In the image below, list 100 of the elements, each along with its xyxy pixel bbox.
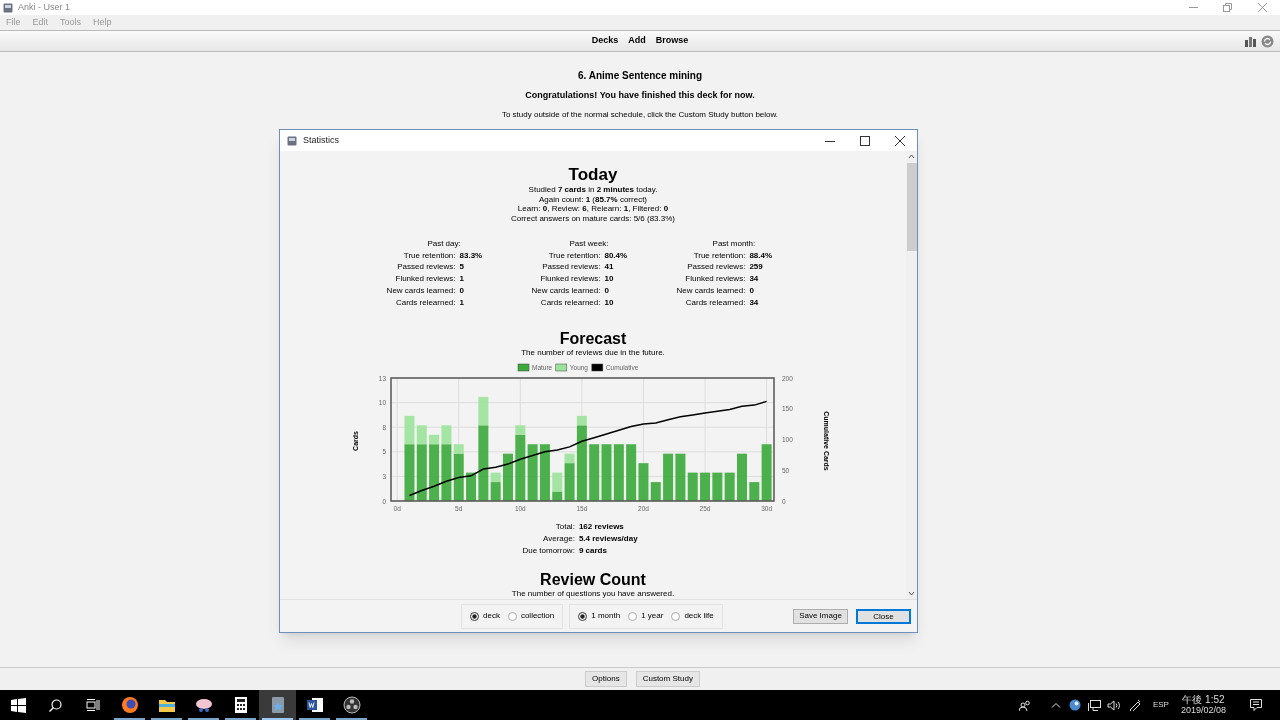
stat-value: 1: [459, 274, 464, 284]
scrollbar[interactable]: [906, 151, 917, 599]
stat-value: 88.4%: [749, 250, 773, 260]
stat-label: New cards learned:: [386, 284, 456, 297]
section-heading: Today: [568, 165, 618, 185]
radio-label: deck: [483, 610, 500, 622]
close-icon: [894, 135, 905, 146]
young-bar: [552, 472, 563, 492]
clock-date[interactable]: 2019/02/08: [1180, 705, 1226, 716]
mature-bar: [700, 472, 711, 502]
deck-title: 6. Anime Sentence mining: [577, 69, 703, 83]
mature-bar: [724, 472, 735, 502]
search-icon[interactable]: [49, 698, 62, 712]
radio-label: deck life: [684, 610, 714, 622]
language-indicator[interactable]: ESP: [1152, 699, 1169, 711]
radio-button[interactable]: [507, 611, 517, 621]
mature-bar: [527, 444, 538, 502]
section-heading: Forecast: [559, 330, 627, 349]
stat-label: Flunked reviews:: [394, 273, 456, 285]
stat-label: Average:: [542, 533, 575, 546]
stat-value: 162 reviews: [578, 521, 625, 534]
mature-bar: [613, 444, 624, 502]
young-bar: [576, 416, 587, 426]
radio-button[interactable]: [470, 611, 479, 621]
stat-line: Studied 7 cards in 2 minutes today.: [528, 185, 658, 195]
dialog-button[interactable]: Close: [856, 608, 911, 624]
stat-line: Again count: 1 (85.7% correct): [538, 194, 648, 204]
mature-bar: [539, 444, 550, 502]
dialog-title: Statistics: [303, 133, 339, 147]
legend-swatch: [555, 363, 568, 372]
app-icon: [287, 135, 297, 146]
scroll-down-icon[interactable]: [908, 591, 915, 596]
scrollbar-thumb[interactable]: [906, 163, 917, 251]
stat-value: 10: [604, 274, 614, 284]
young-bar: [478, 397, 489, 426]
legend-swatch: [591, 363, 604, 372]
volume-icon[interactable]: [1106, 699, 1121, 711]
chevron-up-icon[interactable]: [1050, 702, 1061, 708]
footer-button[interactable]: Custom Study: [635, 671, 700, 687]
stat-label: Flunked reviews:: [539, 273, 601, 285]
young-bar: [564, 453, 575, 464]
young-bar: [490, 472, 501, 483]
dialog-button[interactable]: Save Image: [793, 608, 848, 624]
task-view-icon[interactable]: [85, 699, 100, 711]
toolbar-link[interactable]: Decks: [591, 34, 619, 48]
radio-button[interactable]: [578, 611, 588, 621]
mature-bar: [737, 453, 747, 502]
toolbar-link[interactable]: Add: [628, 34, 646, 48]
stat-value: 0: [459, 285, 464, 295]
stat-value: 80.4%: [604, 250, 628, 260]
mature-bar: [453, 453, 464, 502]
stat-label: Flunked reviews:: [684, 273, 746, 285]
sync-icon[interactable]: [1261, 35, 1274, 48]
mature-bar: [404, 444, 415, 502]
stat-label: True retention:: [402, 249, 456, 262]
radio-button[interactable]: [628, 611, 638, 621]
clock-time[interactable]: 午後 1:52: [1182, 694, 1225, 705]
stat-value: 9 cards: [578, 545, 608, 558]
notification-icon[interactable]: [1250, 699, 1262, 711]
stat-label: True retention:: [692, 249, 746, 262]
maximize-icon: [859, 135, 870, 146]
toolbar-link[interactable]: Browse: [655, 34, 689, 48]
taskbar-app[interactable]: [259, 690, 296, 720]
stat-value: 259: [749, 262, 763, 272]
app-icon: [3, 2, 13, 13]
footer-button[interactable]: Options: [585, 671, 627, 687]
congratulations-message: Congratulations! You have finished this deck for now.: [525, 89, 755, 102]
scroll-up-icon[interactable]: [908, 154, 915, 159]
stat-line: Correct answers on mature cards: 5/6 (83.3%): [510, 213, 676, 223]
globe-icon[interactable]: [1068, 699, 1081, 711]
radio-label: 1 year: [641, 610, 664, 622]
pen-icon[interactable]: [1128, 699, 1141, 711]
stat-value: 5.4 reviews/day: [578, 533, 638, 546]
stat-label: Passed reviews:: [686, 261, 746, 274]
mature-bar: [416, 444, 427, 502]
start-icon[interactable]: [11, 697, 26, 713]
network-icon[interactable]: [1087, 699, 1101, 711]
stat-label: Cards relearned:: [539, 296, 601, 309]
mature-bar: [515, 435, 526, 502]
stat-label: Passed reviews:: [541, 261, 601, 274]
mature-bar: [663, 453, 674, 502]
stat-label: New cards learned:: [531, 284, 601, 297]
stat-value: 5: [459, 262, 464, 272]
stat-label: Cards relearned:: [394, 296, 456, 309]
stat-value: 0: [749, 285, 754, 295]
young-bar: [515, 425, 526, 435]
mature-bar: [441, 444, 452, 502]
stat-label: Due tomorrow:: [522, 545, 575, 558]
mature-bar: [712, 472, 723, 502]
browser-icon: [120, 696, 139, 714]
people-icon[interactable]: [1018, 699, 1031, 711]
stat-label: True retention:: [547, 249, 601, 262]
section-heading: Review Count: [540, 571, 646, 590]
stat-label: Passed reviews:: [396, 261, 456, 274]
stat-line: Learn: 0, Review: 6, Relearn: 1, Filtered: 0: [517, 204, 669, 214]
bar-chart-icon[interactable]: [1245, 36, 1257, 47]
window-title: Anki - User 1: [18, 0, 70, 14]
stat-label: Total:: [554, 521, 575, 534]
radio-button[interactable]: [671, 611, 681, 621]
mature-bar: [601, 444, 612, 502]
